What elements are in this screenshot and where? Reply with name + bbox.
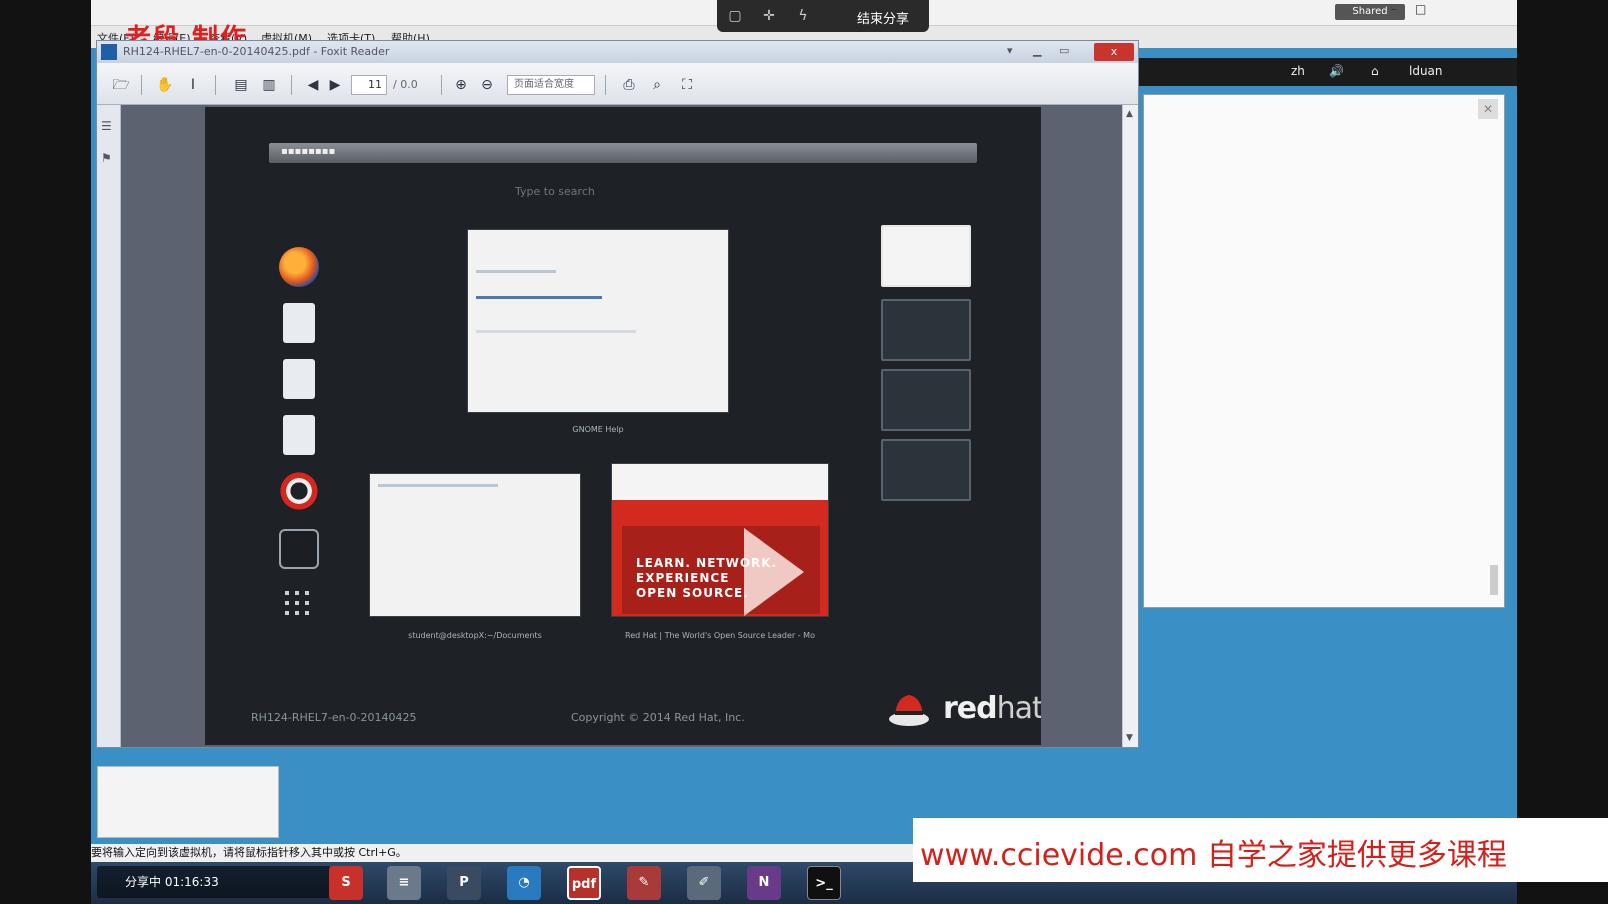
separator [291,75,292,95]
page-footer-copyright: Copyright © 2014 Red Hat, Inc. [571,711,745,724]
chat-icon[interactable]: ◔ [507,866,541,900]
separator [141,75,142,95]
pdf-window-title: RH124-RHEL7-en-0-20140425.pdf - Foxit Re… [123,45,390,58]
redhat-logo-text: redhat [943,691,1041,726]
scrollbar-thumb[interactable] [1490,565,1498,595]
help-window-caption: GNOME Help [572,425,624,434]
vm-maximize-button[interactable]: □ [1415,2,1426,16]
draw-icon[interactable]: ϟ [793,6,813,26]
pdf-reader-window: RH124-RHEL7-en-0-20140425.pdf - Foxit Re… [96,40,1139,748]
pdf-document-area[interactable]: ▪▪▪▪▪▪▪▪ Type to search GNOME Help stude… [121,105,1122,747]
vm-minimize-button[interactable]: – [1391,2,1397,16]
bookmark-icon[interactable]: ⚑ [101,151,115,165]
zoom-level-select[interactable]: 页面适合宽度 [507,75,595,95]
hand-tool-icon[interactable]: ✋ [155,75,175,95]
volume-icon[interactable]: 🔊 [1329,64,1344,78]
redhat-logo-icon [889,695,929,726]
software-icon [283,415,315,455]
page-number-input[interactable]: 11 [351,75,387,95]
scroll-up-icon[interactable]: ▲ [1126,109,1133,119]
user-menu[interactable]: lduan [1409,64,1443,78]
pdf-reader-icon[interactable]: pdf [567,866,601,900]
database-icon[interactable]: ≡ [387,866,421,900]
terminal-icon [279,529,319,569]
separator [605,75,606,95]
onenote-icon[interactable]: N [747,866,781,900]
pdf-app-icon [101,44,117,60]
guest-top-bar: zh 🔊 ⌂ lduan [1091,58,1517,86]
screen-share-toolbar: ▢ ✛ ϟ 结束分享 [717,0,929,32]
right-border [1517,0,1608,904]
redhat-banner-text: LEARN. NETWORK. EXPERIENCE OPEN SOURCE. [636,556,778,600]
pdf-titlebar: RH124-RHEL7-en-0-20140425.pdf - Foxit Re… [97,41,1138,63]
separator [441,75,442,95]
workspace-1 [881,225,971,287]
pdf-page: ▪▪▪▪▪▪▪▪ Type to search GNOME Help stude… [205,107,1041,745]
help-icon [279,471,319,511]
input-method-indicator[interactable]: zh [1291,64,1305,78]
terminal-window-caption: student@desktopX:~/Documents [408,631,542,640]
network-icon[interactable]: ⌂ [1371,64,1379,78]
gnome-activities-panel: ▪▪▪▪▪▪▪▪ [269,143,977,163]
select-tool-icon[interactable]: I [183,75,203,95]
terminal-window-thumbnail [369,473,581,617]
paint-brush-icon[interactable]: ✐ [687,866,721,900]
end-share-button[interactable]: 结束分享 [857,8,909,27]
powerpoint-icon[interactable]: P [447,866,481,900]
separator [215,75,216,95]
pdf-vertical-scrollbar[interactable]: ▲ ▼ [1122,105,1138,747]
share-status-indicator[interactable]: 分享中 01:16:33 [97,866,331,898]
previous-page-icon[interactable]: ◀ [303,75,323,95]
show-apps-icon [285,591,313,619]
pages-icon[interactable]: ☰ [101,119,115,133]
scroll-down-icon[interactable]: ▼ [1126,733,1133,743]
workspace-4 [881,439,971,501]
minimize-icon[interactable]: ▁ [1033,44,1041,57]
single-page-icon[interactable]: ▤ [231,75,251,95]
workspace-2 [881,299,971,361]
firefox-icon [279,247,319,287]
fullscreen-icon[interactable]: ⛶ [677,75,697,95]
browser-window-thumbnail: LEARN. NETWORK. EXPERIENCE OPEN SOURCE. [611,463,829,617]
page-total: / 0.0 [393,78,418,91]
host-desktop: Shared – □ 文件(F) 编辑(E) 查看(V) 虚拟机(M) 选项卡(… [91,0,1517,904]
pdf-side-panel: ☰ ⚑ [97,105,121,747]
activities-label: ▪▪▪▪▪▪▪▪ [281,146,336,157]
activities-search: Type to search [515,185,595,198]
pointer-icon[interactable]: ✛ [759,6,779,26]
next-page-icon[interactable]: ▶ [325,75,345,95]
document-icon [283,303,315,343]
page-footer-code: RH124-RHEL7-en-0-20140425 [251,711,417,724]
open-file-icon[interactable]: 🗁 [111,75,131,95]
dropdown-icon[interactable]: ▾ [1007,44,1013,57]
sogou-icon[interactable]: S [329,866,363,900]
workspace-3 [881,369,971,431]
bottom-left-panel [97,766,279,838]
close-button[interactable]: x [1094,43,1134,61]
left-border [0,0,91,904]
terminal-icon[interactable]: >_ [807,866,841,900]
files-icon [283,359,315,399]
pdf-toolbar: 🗁 ✋ I ▤ ▥ ◀ ▶ 11 / 0.0 ⊕ ⊖ 页面适合宽度 ⎙ ⌕ ⛶ [97,63,1138,105]
restore-icon[interactable]: ▭ [1059,44,1069,57]
print-icon[interactable]: ⎙ [619,75,639,95]
paint-icon[interactable]: ✎ [627,866,661,900]
close-icon[interactable]: ✕ [1478,99,1498,119]
watermark-url: www.ccievide.com 自学之家提供更多课程 [920,838,1507,873]
background-window: ✕ [1143,94,1505,608]
two-page-icon[interactable]: ▥ [259,75,279,95]
help-window-thumbnail [467,229,729,413]
zoom-in-icon[interactable]: ⊕ [451,75,471,95]
zoom-out-icon[interactable]: ⊖ [477,75,497,95]
search-icon[interactable]: ⌕ [647,75,667,95]
window-icon[interactable]: ▢ [725,6,745,26]
browser-window-caption: Red Hat | The World's Open Source Leader… [625,631,815,640]
